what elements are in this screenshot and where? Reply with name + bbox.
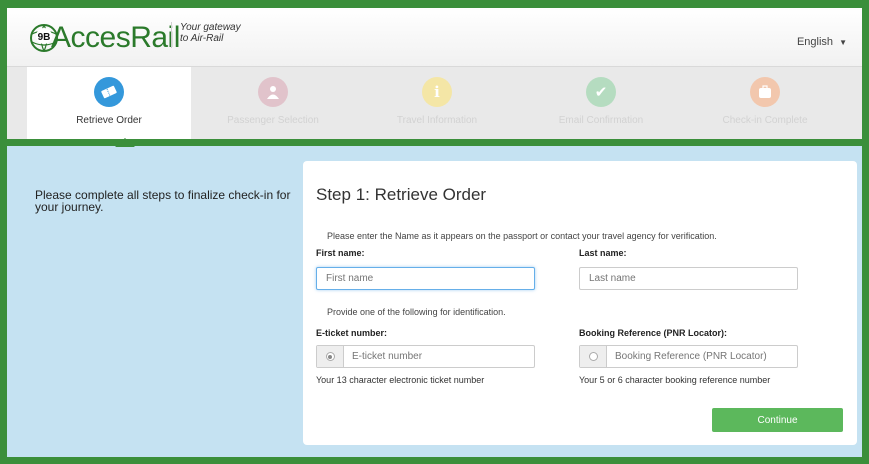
language-label: English	[796, 36, 834, 48]
logo-badge: 9B	[38, 32, 51, 43]
tagline: Your gateway to Air-Rail	[171, 22, 241, 48]
last-name-input[interactable]	[579, 267, 798, 290]
step-label: Email Confirmation	[558, 115, 644, 126]
pnr-radio-addon[interactable]	[580, 346, 607, 367]
intro-text: Please complete all steps to finalize ch…	[35, 188, 291, 214]
step-email-confirmation: ✔ Email Confirmation	[519, 67, 683, 139]
page-frame: 9B AccesRail Your gateway to Air-Rail En…	[7, 8, 862, 457]
step-travel-information: i Travel Information	[355, 67, 519, 139]
step-label: Passenger Selection	[227, 115, 319, 126]
eticket-help: Your 13 character electronic ticket numb…	[316, 375, 485, 385]
ticket-icon	[94, 77, 124, 107]
check-icon: ✔	[586, 77, 616, 107]
globe-logo-icon: 9B	[29, 22, 63, 54]
step-check-in-complete: Check-in Complete	[683, 67, 847, 139]
step-label: Travel Information	[396, 115, 478, 126]
name-instructions: Please enter the Name as it appears on t…	[327, 231, 717, 241]
tagline-line-1: Your gateway	[180, 22, 241, 33]
caret-down-icon: ▼	[839, 38, 847, 47]
luggage-icon	[750, 77, 780, 107]
eticket-input[interactable]	[344, 346, 534, 367]
eticket-radio-addon[interactable]	[317, 346, 344, 367]
retrieve-order-form: Step 1: Retrieve Order Please enter the …	[303, 161, 857, 445]
pnr-label: Booking Reference (PNR Locator):	[579, 328, 728, 338]
logo-wordmark: AccesRail	[51, 21, 180, 54]
divider	[7, 139, 862, 146]
info-icon: i	[422, 77, 452, 107]
continue-button[interactable]: Continue	[712, 408, 843, 432]
header: 9B AccesRail Your gateway to Air-Rail En…	[7, 8, 862, 67]
last-name-label: Last name:	[579, 248, 627, 258]
pnr-help: Your 5 or 6 character booking reference …	[579, 375, 771, 385]
progress-steps: Retrieve Order Passenger Selection i Tra…	[7, 67, 862, 147]
first-name-label: First name:	[316, 248, 365, 258]
accesrail-logo[interactable]: 9B AccesRail	[29, 20, 180, 56]
identification-instructions: Provide one of the following for identif…	[327, 307, 506, 317]
step-retrieve-order[interactable]: Retrieve Order	[27, 67, 191, 147]
pnr-field	[579, 345, 798, 368]
language-selector[interactable]: English ▼	[797, 36, 847, 48]
step-passenger-selection: Passenger Selection	[191, 67, 355, 139]
step-label: Check-in Complete	[722, 115, 808, 126]
eticket-field	[316, 345, 535, 368]
eticket-label: E-ticket number:	[316, 328, 388, 338]
tagline-line-2: to Air-Rail	[180, 33, 224, 44]
first-name-input[interactable]	[316, 267, 535, 290]
user-icon	[258, 77, 288, 107]
eticket-radio[interactable]	[325, 352, 335, 361]
step-label: Retrieve Order	[76, 115, 142, 126]
pnr-radio[interactable]	[588, 352, 598, 361]
form-title: Step 1: Retrieve Order	[316, 185, 487, 204]
pnr-input[interactable]	[607, 346, 797, 367]
